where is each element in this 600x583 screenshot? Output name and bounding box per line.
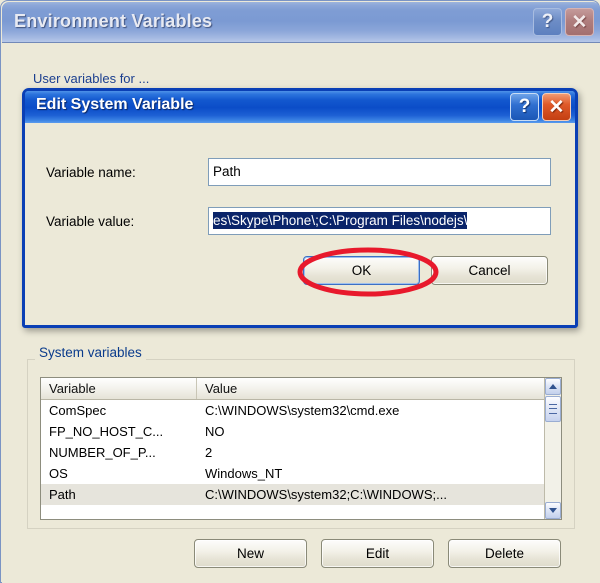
outer-window-title: Environment Variables — [14, 11, 212, 32]
variable-value-label: Variable value: — [46, 214, 134, 229]
cell-value: 2 — [197, 442, 544, 463]
cell-variable: Path — [41, 484, 197, 505]
scrollbar-thumb[interactable] — [545, 396, 561, 422]
variable-value-selected-text: es\Skype\Phone\;C:\Program Files\nodejs\ — [213, 212, 467, 229]
list-header-row: Variable Value — [41, 378, 561, 400]
cell-value: NO — [197, 421, 544, 442]
outer-title-bar-buttons: ? ✕ — [533, 8, 594, 36]
help-icon[interactable]: ? — [510, 93, 539, 121]
table-row-selected[interactable]: Path C:\WINDOWS\system32;C:\WINDOWS;... — [41, 484, 544, 505]
system-variables-list[interactable]: Variable Value ComSpec C:\WINDOWS\system… — [40, 377, 562, 520]
table-row[interactable]: FP_NO_HOST_C... NO — [41, 421, 544, 442]
outer-title-bar[interactable]: Environment Variables ? ✕ — [2, 2, 600, 43]
column-header-value[interactable]: Value — [197, 378, 561, 399]
delete-button[interactable]: Delete — [448, 539, 561, 568]
chevron-up-icon[interactable] — [545, 378, 561, 395]
new-button[interactable]: New — [194, 539, 307, 568]
variable-value-input[interactable]: es\Skype\Phone\;C:\Program Files\nodejs\ — [208, 207, 551, 235]
dialog-title-bar-buttons: ? ✕ — [510, 93, 571, 121]
table-row[interactable]: OS Windows_NT — [41, 463, 544, 484]
close-icon[interactable]: ✕ — [565, 8, 594, 36]
screenshot-root: Environment Variables ? ✕ User variables… — [0, 0, 600, 583]
cell-variable: ComSpec — [41, 400, 197, 421]
column-header-variable[interactable]: Variable — [41, 378, 197, 399]
text-caret — [467, 213, 468, 228]
cell-variable: OS — [41, 463, 197, 484]
dialog-title: Edit System Variable — [36, 96, 193, 114]
cell-variable: FP_NO_HOST_C... — [41, 421, 197, 442]
cell-value: Windows_NT — [197, 463, 544, 484]
list-scrollbar[interactable] — [544, 378, 561, 519]
help-icon[interactable]: ? — [533, 8, 562, 36]
list-rows: ComSpec C:\WINDOWS\system32\cmd.exe FP_N… — [41, 400, 544, 505]
cell-value: C:\WINDOWS\system32;C:\WINDOWS;... — [197, 484, 544, 505]
ok-button[interactable]: OK — [303, 256, 420, 285]
user-variables-group-label: User variables for ... — [33, 71, 149, 86]
variable-name-input[interactable]: Path — [208, 158, 551, 186]
edit-button[interactable]: Edit — [321, 539, 434, 568]
chevron-down-icon[interactable] — [545, 502, 561, 519]
table-row[interactable]: ComSpec C:\WINDOWS\system32\cmd.exe — [41, 400, 544, 421]
cell-variable: NUMBER_OF_P... — [41, 442, 197, 463]
cancel-button[interactable]: Cancel — [431, 256, 548, 285]
cell-value: C:\WINDOWS\system32\cmd.exe — [197, 400, 544, 421]
close-icon[interactable]: ✕ — [542, 93, 571, 121]
variable-name-label: Variable name: — [46, 165, 136, 180]
dialog-title-bar[interactable]: Edit System Variable ? ✕ — [25, 91, 575, 123]
table-row[interactable]: NUMBER_OF_P... 2 — [41, 442, 544, 463]
system-variables-group-label: System variables — [35, 345, 146, 360]
